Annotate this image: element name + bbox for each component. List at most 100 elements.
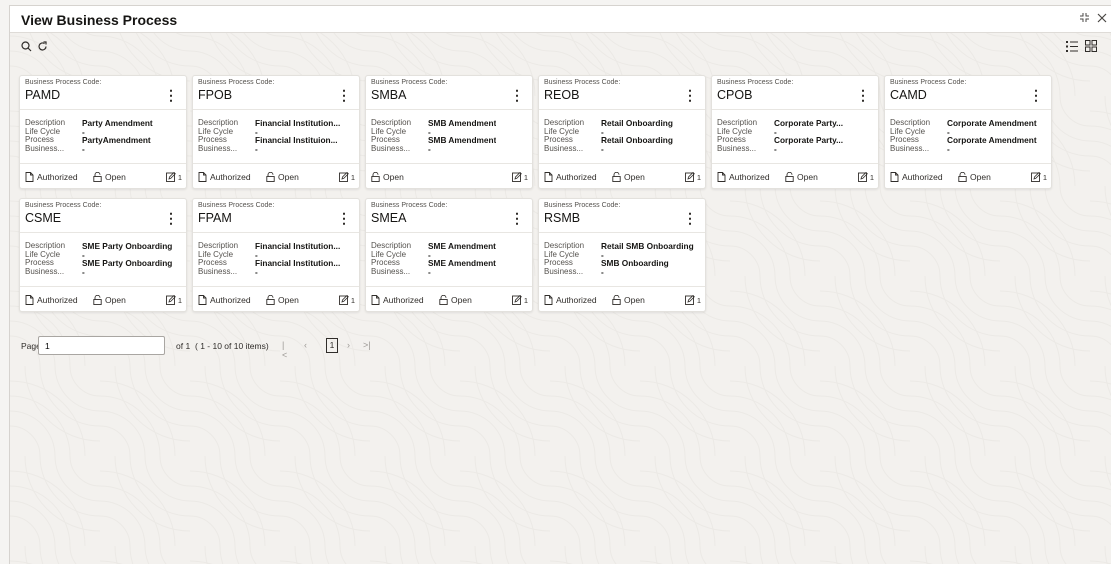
authorized-status: Authorized [198, 295, 251, 305]
kebab-menu-icon[interactable]: ⋮ [856, 88, 870, 102]
business-process-card[interactable]: Business Process Code: CPOB ⋮ Description Co… [711, 75, 879, 189]
minimize-icon[interactable] [1079, 11, 1090, 26]
last-page-icon[interactable]: >| [363, 340, 371, 350]
total-pages-label: of 1 [176, 341, 191, 351]
business-value: - [255, 267, 258, 276]
business-process-card[interactable]: Business Process Code: SMBA ⋮ Description SM… [365, 75, 533, 189]
life-cycle-label: Life Cycle [198, 127, 234, 136]
open-label: Open [105, 172, 126, 182]
card-header: Business Process Code: FPOB ⋮ [193, 76, 359, 110]
kebab-menu-icon[interactable]: ⋮ [510, 211, 524, 225]
business-process-code: REOB [544, 88, 580, 102]
open-label: Open [970, 172, 991, 182]
open-label: Open [624, 295, 645, 305]
kebab-menu-icon[interactable]: ⋮ [1029, 88, 1043, 102]
close-icon[interactable] [1097, 11, 1107, 26]
business-process-card[interactable]: Business Process Code: RSMB ⋮ Description Re… [538, 198, 706, 312]
business-process-card[interactable]: Business Process Code: REOB ⋮ Description Re… [538, 75, 706, 189]
edit-button[interactable]: 1 [338, 295, 355, 305]
process-label: Process [25, 136, 54, 144]
life-cycle-value: - [82, 127, 85, 136]
life-cycle-label: Life Cycle [544, 127, 580, 136]
kebab-menu-icon[interactable]: ⋮ [337, 211, 351, 225]
grid-view-icon[interactable] [1085, 39, 1099, 53]
current-page-button[interactable]: 1 [326, 338, 338, 353]
kebab-menu-icon[interactable]: ⋮ [164, 88, 178, 102]
edit-button[interactable]: 1 [511, 172, 528, 182]
description-value: SMB Amendment [428, 119, 497, 128]
authorized-status: Authorized [717, 172, 770, 182]
list-view-icon[interactable] [1066, 39, 1080, 53]
business-process-card[interactable]: Business Process Code: SMEA ⋮ Description SM… [365, 198, 533, 312]
unlock-icon [439, 295, 448, 305]
description-value: SME Party Onboarding [82, 242, 173, 251]
edit-button[interactable]: 1 [857, 172, 874, 182]
edit-icon [684, 295, 695, 305]
open-status: Open [785, 172, 818, 182]
edit-count: 1 [523, 172, 528, 182]
document-icon [371, 295, 380, 305]
edit-button[interactable]: 1 [511, 295, 528, 305]
document-icon [25, 295, 34, 305]
card-body: Description Financial Institution... Life … [193, 233, 359, 285]
refresh-icon[interactable] [37, 39, 51, 53]
edit-count: 1 [177, 172, 182, 182]
business-process-code: CPOB [717, 88, 753, 102]
unlock-icon [785, 172, 794, 182]
description-label: Description [198, 242, 239, 250]
card-header: Business Process Code: PAMD ⋮ [20, 76, 186, 110]
edit-icon [338, 295, 349, 305]
edit-icon [511, 295, 522, 305]
business-process-card[interactable]: Business Process Code: PAMD ⋮ Description Pa… [19, 75, 187, 189]
description-label: Description [25, 119, 66, 127]
card-footer: Authorized Open 1 [885, 163, 1051, 188]
business-process-card[interactable]: Business Process Code: FPOB ⋮ Description Fi… [192, 75, 360, 189]
open-label: Open [278, 172, 299, 182]
edit-button[interactable]: 1 [165, 295, 182, 305]
kebab-menu-icon[interactable]: ⋮ [164, 211, 178, 225]
edit-button[interactable]: 1 [165, 172, 182, 182]
previous-page-icon[interactable]: ‹ [304, 340, 307, 350]
edit-button[interactable]: 1 [684, 172, 701, 182]
card-header: Business Process Code: RSMB ⋮ [539, 199, 705, 233]
search-icon[interactable] [21, 39, 35, 53]
unlock-icon [612, 172, 621, 182]
process-label: Process [544, 136, 573, 144]
edit-button[interactable]: 1 [1030, 172, 1047, 182]
life-cycle-value: - [428, 250, 431, 259]
card-footer: Authorized Open 1 [539, 163, 705, 188]
business-value: - [774, 144, 777, 153]
edit-icon [684, 172, 695, 182]
page-number-input[interactable] [38, 336, 165, 355]
business-process-card[interactable]: Business Process Code: CSME ⋮ Description SM… [19, 198, 187, 312]
business-process-card[interactable]: Business Process Code: CAMD ⋮ Description Co… [884, 75, 1052, 189]
business-value: - [82, 144, 85, 153]
kebab-menu-icon[interactable]: ⋮ [683, 88, 697, 102]
code-label: Business Process Code: [544, 79, 621, 86]
unlock-icon [93, 295, 102, 305]
business-process-code: CAMD [890, 88, 927, 102]
business-label: Business... [544, 267, 584, 276]
process-label: Process [198, 136, 227, 144]
open-status: Open [266, 172, 299, 182]
edit-count: 1 [523, 295, 528, 305]
first-page-icon[interactable]: |< [282, 340, 287, 360]
next-page-icon[interactable]: › [347, 340, 350, 350]
description-value: SME Amendment [428, 242, 496, 251]
kebab-menu-icon[interactable]: ⋮ [510, 88, 524, 102]
authorized-status: Authorized [544, 172, 597, 182]
edit-button[interactable]: 1 [338, 172, 355, 182]
life-cycle-value: - [774, 127, 777, 136]
authorized-label: Authorized [37, 295, 78, 305]
edit-button[interactable]: 1 [684, 295, 701, 305]
kebab-menu-icon[interactable]: ⋮ [337, 88, 351, 102]
description-label: Description [544, 242, 585, 250]
kebab-menu-icon[interactable]: ⋮ [683, 211, 697, 225]
life-cycle-value: - [255, 127, 258, 136]
business-process-card[interactable]: Business Process Code: FPAM ⋮ Description Fi… [192, 198, 360, 312]
document-icon [198, 172, 207, 182]
document-icon [544, 295, 553, 305]
card-header: Business Process Code: CPOB ⋮ [712, 76, 878, 110]
business-label: Business... [25, 267, 65, 276]
edit-count: 1 [869, 172, 874, 182]
